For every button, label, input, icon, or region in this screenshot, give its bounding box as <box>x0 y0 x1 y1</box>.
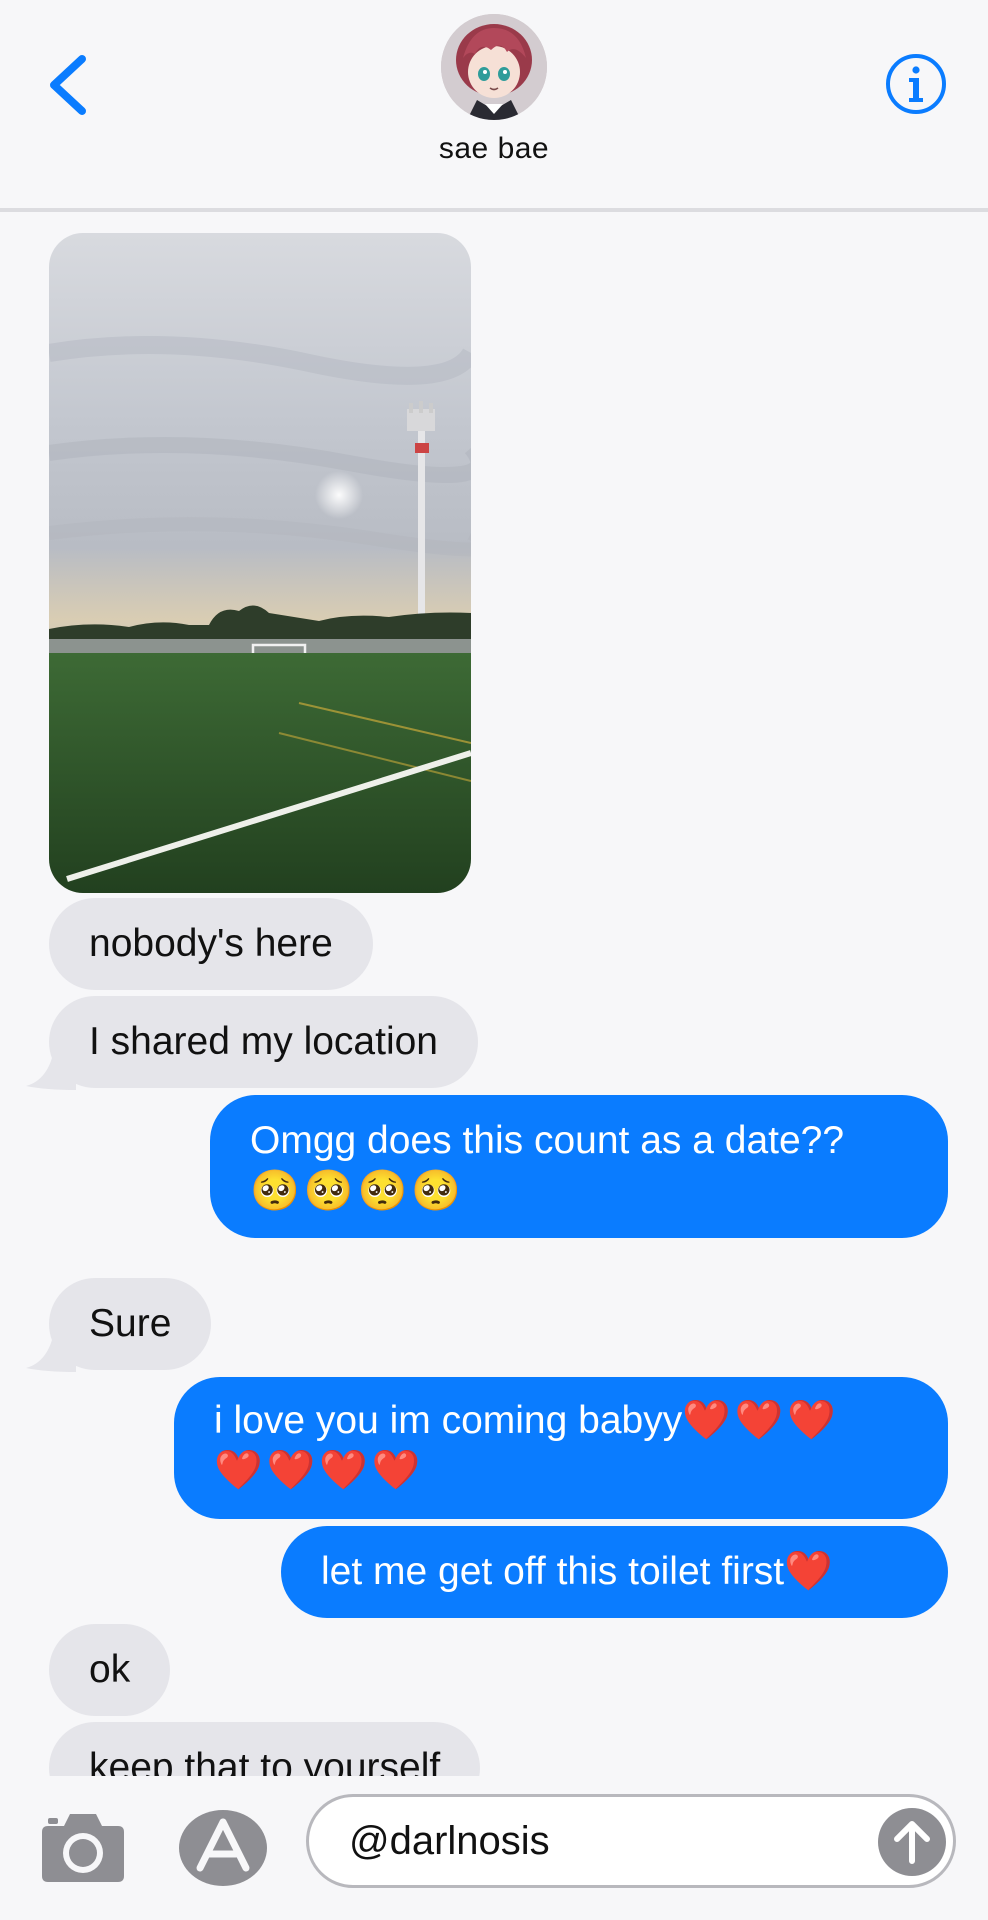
message-text: Sure <box>89 1302 172 1345</box>
received-message[interactable]: ok <box>49 1624 171 1716</box>
message-input[interactable]: @darlnosis <box>306 1794 956 1888</box>
anime-avatar-icon <box>441 14 547 120</box>
app-store-icon <box>179 1810 267 1886</box>
camera-button[interactable] <box>40 1810 126 1884</box>
contact-name[interactable]: sae bae <box>0 132 988 166</box>
back-button[interactable] <box>40 45 100 125</box>
photo-message[interactable] <box>49 233 471 893</box>
app-store-button[interactable] <box>178 1808 268 1888</box>
message-text: I shared my location <box>89 1020 439 1063</box>
message-text: let me get off this toilet first <box>321 1550 785 1593</box>
message-input-value: @darlnosis <box>349 1819 550 1863</box>
contact-avatar[interactable] <box>441 14 547 120</box>
heart-emojis: ❤️❤️❤️ <box>682 1399 840 1442</box>
sent-message[interactable]: let me get off this toilet first❤️ <box>281 1526 948 1618</box>
conversation-header: sae bae <box>0 0 988 212</box>
received-message[interactable]: I shared my location <box>49 996 479 1088</box>
messages-screen: sae bae nobody's here I shared my locati… <box>0 0 988 1920</box>
chevron-left-icon <box>50 55 86 115</box>
message-text: Omgg does this count as a date?? <box>250 1119 845 1162</box>
info-icon <box>886 54 946 114</box>
heart-emoji: ❤️ <box>784 1550 833 1593</box>
sent-message[interactable]: i love you im coming babyy❤️❤️❤️ ❤️❤️❤️❤… <box>174 1377 948 1519</box>
camera-icon <box>42 1814 124 1882</box>
message-emojis: 🥺🥺🥺🥺 <box>250 1169 466 1213</box>
soccer-field-photo <box>49 233 471 893</box>
info-button[interactable] <box>884 52 948 116</box>
message-text: ok <box>89 1648 131 1691</box>
send-arrow-icon <box>878 1808 946 1876</box>
received-message[interactable]: Sure <box>49 1278 212 1370</box>
heart-emojis: ❤️❤️❤️❤️ <box>214 1449 425 1492</box>
received-message[interactable]: nobody's here <box>49 898 373 990</box>
message-text: i love you im coming babyy <box>214 1399 683 1442</box>
compose-bar: @darlnosis <box>0 1776 988 1920</box>
message-text: nobody's here <box>89 922 333 965</box>
sent-message[interactable]: Omgg does this count as a date?? 🥺🥺🥺🥺 <box>210 1095 948 1238</box>
send-button[interactable] <box>877 1807 947 1877</box>
